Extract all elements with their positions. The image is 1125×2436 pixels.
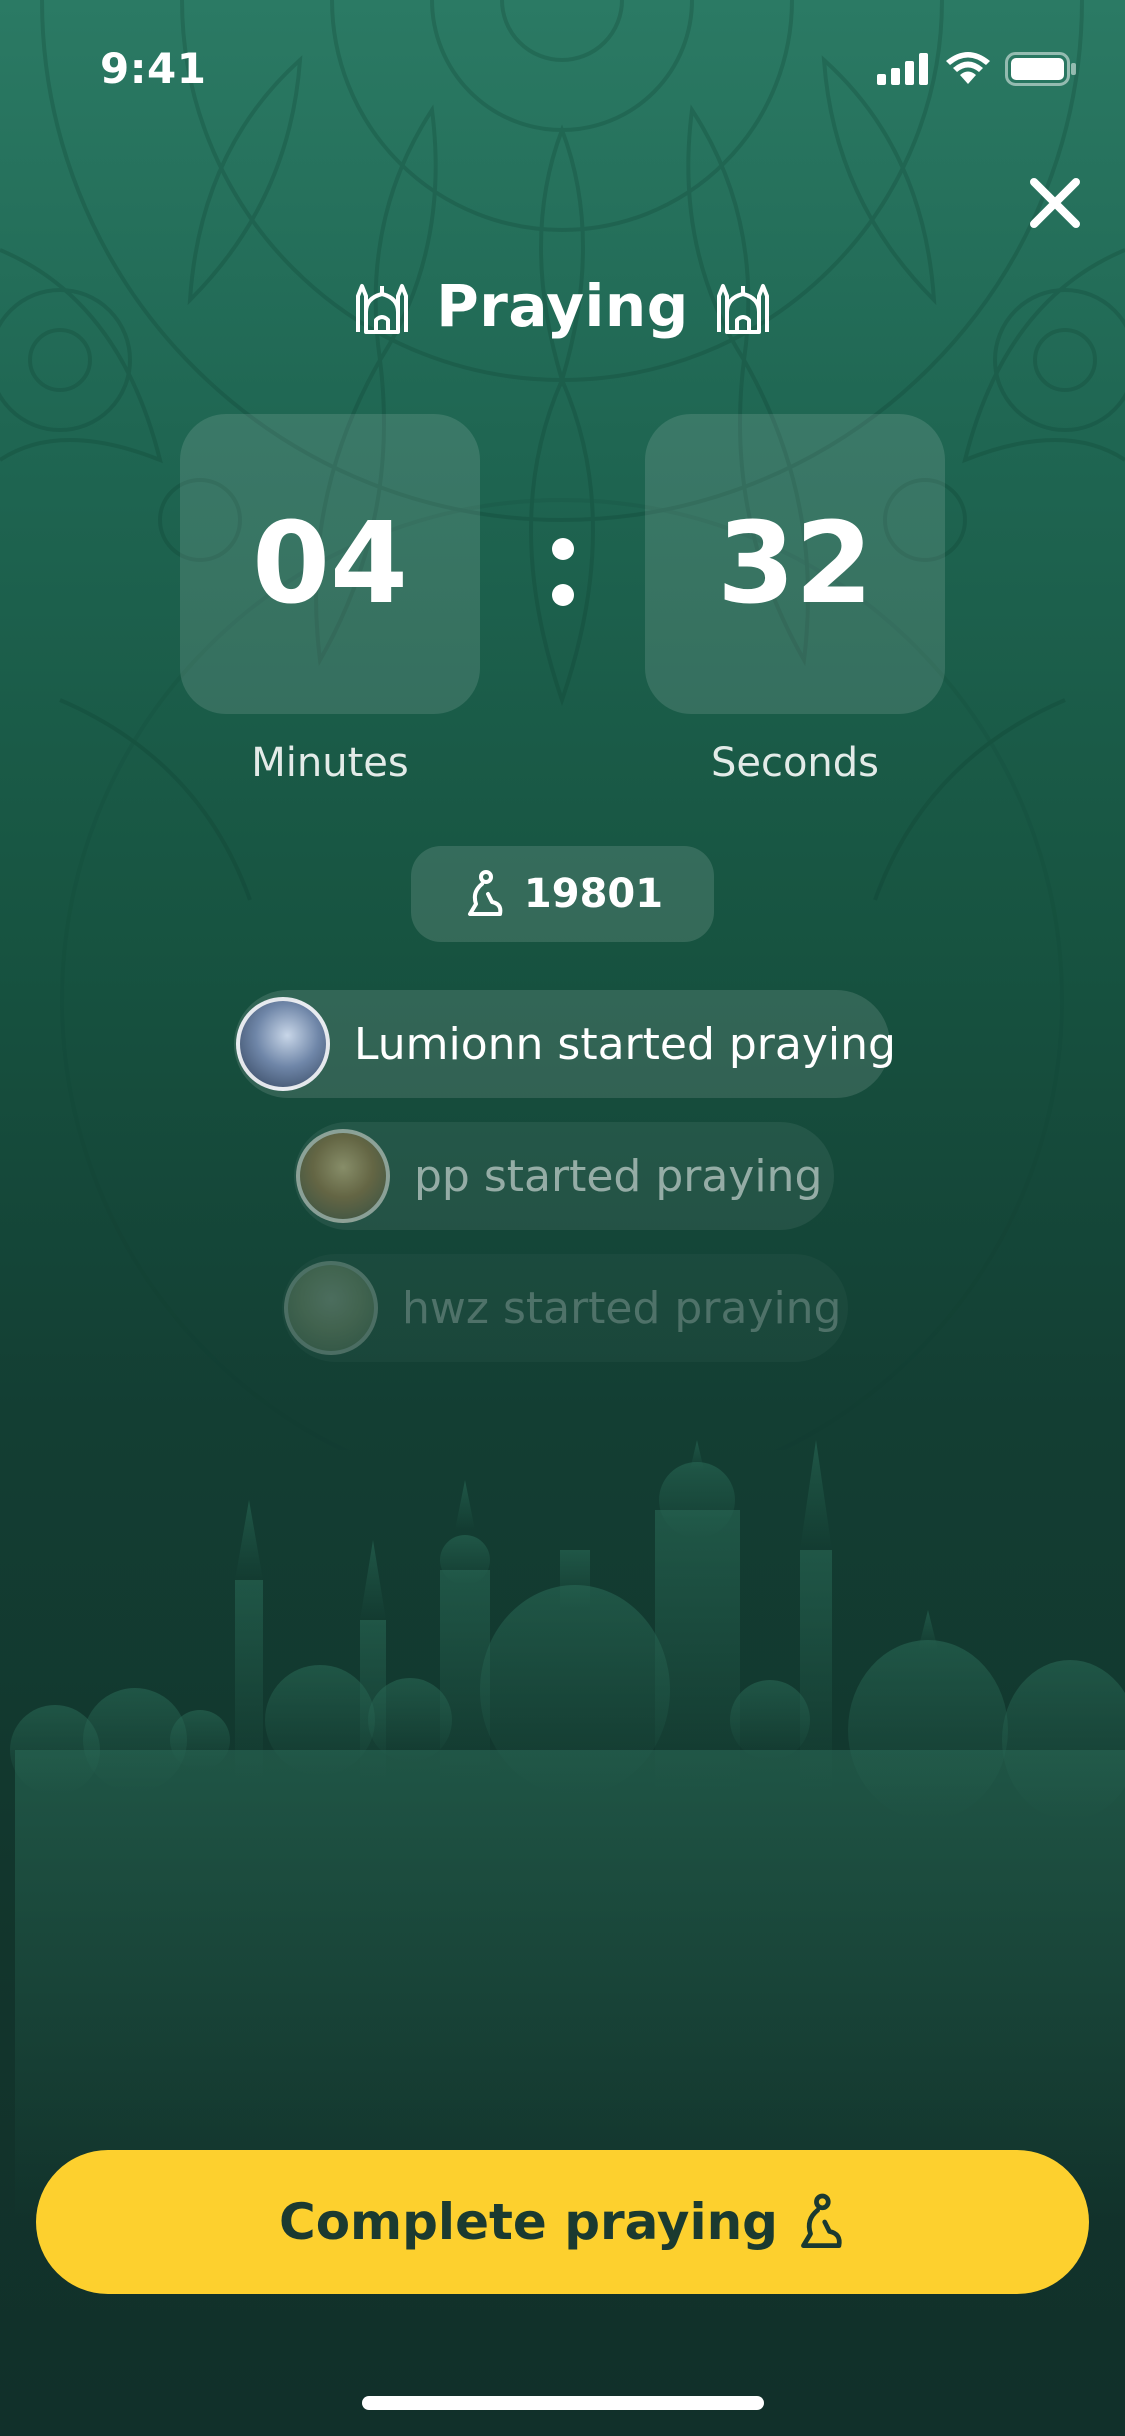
list-item: hwz started praying bbox=[282, 1254, 848, 1362]
avatar bbox=[284, 1261, 378, 1355]
avatar bbox=[296, 1129, 390, 1223]
minutes-label: Minutes bbox=[251, 740, 409, 786]
close-button[interactable] bbox=[1022, 170, 1088, 236]
timer-separator bbox=[540, 520, 584, 620]
complete-praying-label: Complete praying bbox=[279, 2193, 778, 2251]
mosque-icon bbox=[716, 284, 769, 334]
prayer-counter-badge: 19801 bbox=[411, 846, 714, 942]
status-icons bbox=[877, 52, 1077, 86]
status-bar: 9:41 bbox=[0, 0, 1125, 140]
home-indicator[interactable] bbox=[362, 2396, 764, 2410]
complete-praying-button[interactable]: Complete praying bbox=[36, 2150, 1089, 2294]
seconds-label: Seconds bbox=[710, 740, 880, 786]
feed-text: Lumionn started praying bbox=[354, 1018, 896, 1070]
signal-icon bbox=[877, 53, 928, 85]
close-icon bbox=[1030, 178, 1080, 228]
feed-text: hwz started praying bbox=[402, 1282, 842, 1334]
mosque-skyline bbox=[10, 1440, 1125, 2220]
mandala-pattern bbox=[0, 0, 1125, 1450]
seconds-display: 32 bbox=[645, 414, 945, 714]
minutes-display: 04 bbox=[180, 414, 480, 714]
list-item: pp started praying bbox=[294, 1122, 834, 1230]
page-title: Praying bbox=[436, 272, 689, 340]
list-item: Lumionn started praying bbox=[234, 990, 896, 1098]
status-time: 9:41 bbox=[100, 44, 207, 93]
avatar bbox=[236, 997, 330, 1091]
minutes-value: 04 bbox=[252, 499, 408, 629]
feed-text: pp started praying bbox=[414, 1150, 823, 1202]
header: Praying bbox=[0, 272, 1125, 340]
battery-icon bbox=[1005, 52, 1076, 86]
wifi-icon bbox=[946, 52, 990, 84]
prayer-person-icon bbox=[801, 2193, 842, 2248]
seconds-value: 32 bbox=[717, 499, 873, 629]
prayer-person-icon bbox=[467, 870, 503, 916]
prayer-count: 19801 bbox=[523, 871, 664, 917]
mosque-icon bbox=[356, 284, 409, 334]
